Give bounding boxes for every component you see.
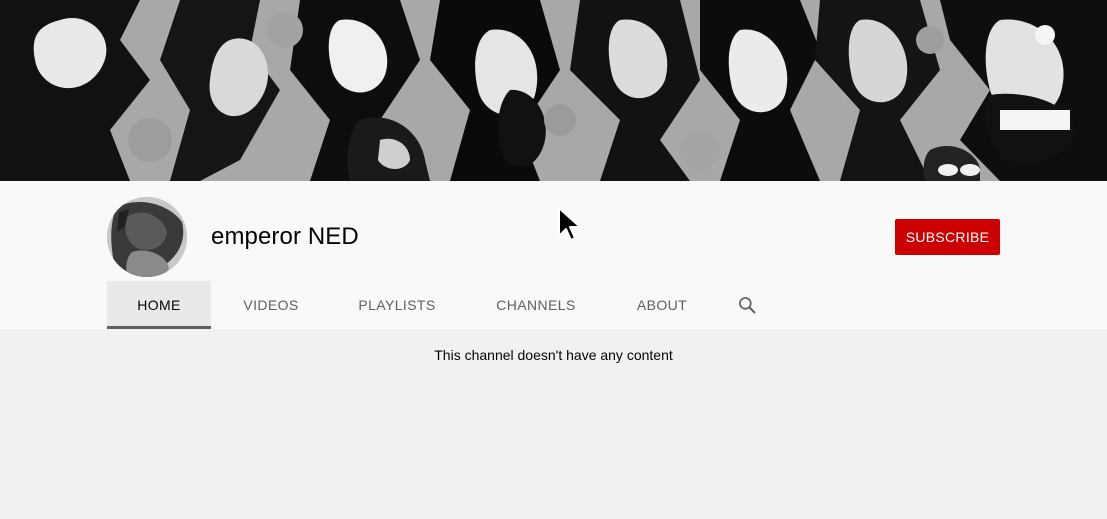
channel-name: emperor NED: [211, 223, 359, 250]
subscribe-button[interactable]: SUBSCRIBE: [895, 219, 1000, 255]
tab-home[interactable]: HOME: [107, 281, 211, 329]
tab-videos[interactable]: VIDEOS: [211, 281, 331, 329]
empty-content-message: This channel doesn't have any content: [434, 347, 673, 363]
tab-search[interactable]: [715, 281, 779, 329]
avatar-image: [107, 197, 187, 277]
channel-tabs: HOME VIDEOS PLAYLISTS CHANNELS ABOUT: [107, 281, 779, 329]
channel-page: emperor NED SUBSCRIBE HOME VIDEOS PLAYLI…: [0, 0, 1107, 519]
banner-artwork: [0, 0, 1107, 181]
channel-avatar[interactable]: [107, 197, 187, 277]
channel-banner: [0, 0, 1107, 181]
tab-playlists[interactable]: PLAYLISTS: [331, 281, 463, 329]
tab-channels[interactable]: CHANNELS: [463, 281, 609, 329]
tab-about[interactable]: ABOUT: [609, 281, 715, 329]
channel-header: emperor NED SUBSCRIBE HOME VIDEOS PLAYLI…: [0, 181, 1107, 329]
search-icon: [739, 297, 756, 314]
